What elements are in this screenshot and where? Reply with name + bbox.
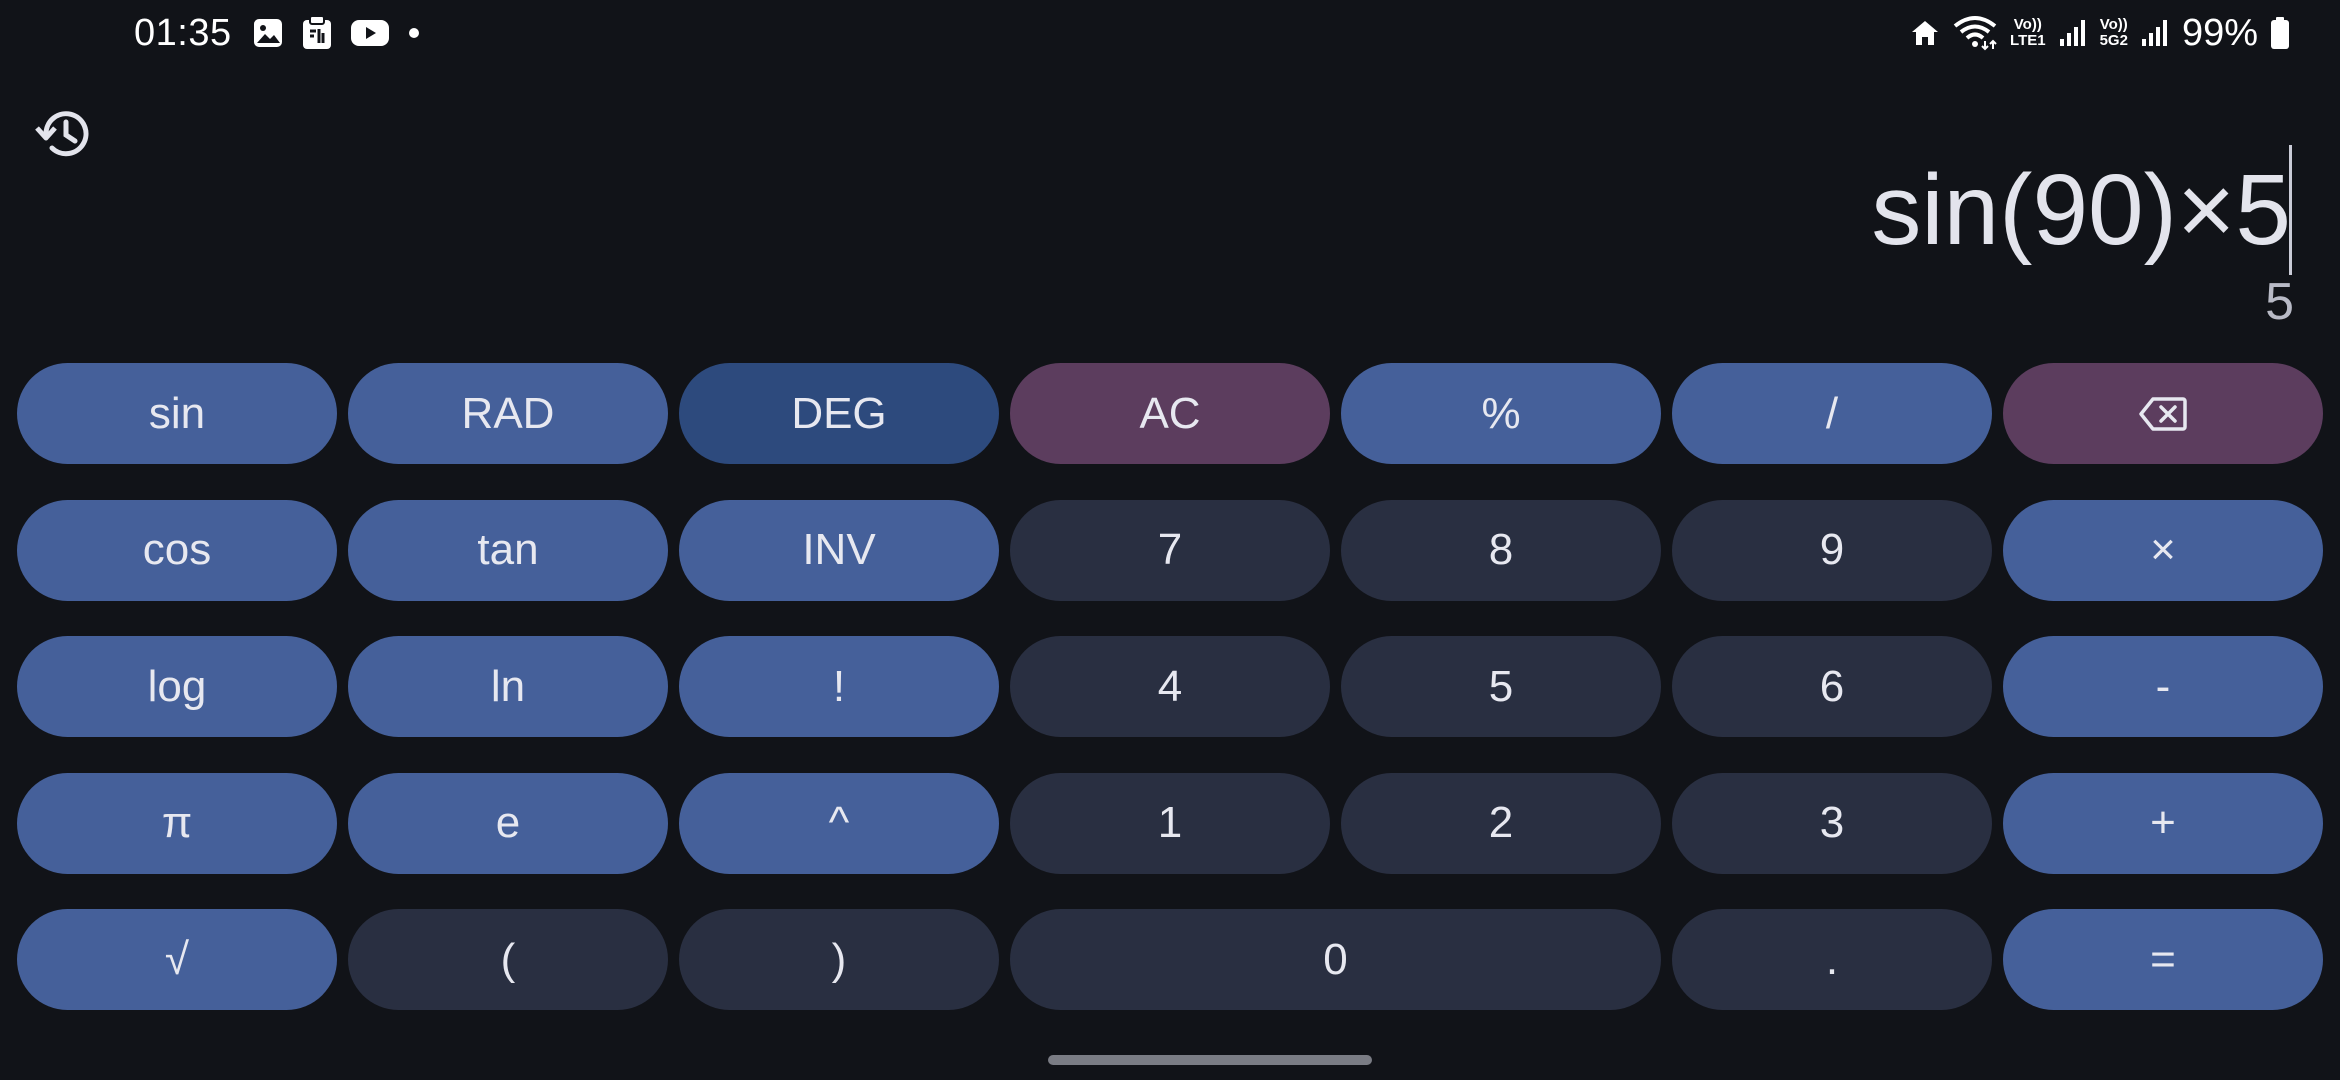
tan-button[interactable]: tan [348,499,668,601]
close-paren-button[interactable]: ) [679,909,999,1010]
history-icon [35,111,89,157]
digit-2-button[interactable]: 2 [1341,772,1661,874]
digit-3-button[interactable]: 3 [1672,772,1992,874]
rad-button[interactable]: RAD [348,363,668,464]
backspace-button[interactable] [2003,363,2323,464]
inv-button[interactable]: INV [679,499,999,601]
expression-text: sin(90)×5 [1871,154,2291,266]
digit-9-button[interactable]: 9 [1672,499,1992,601]
volte-lte1-icon: Vo)) LTE1 [2010,17,2046,49]
equals-button[interactable]: = [2003,909,2323,1010]
clipboard-icon [300,15,334,51]
digit-5-button[interactable]: 5 [1341,636,1661,737]
sqrt-button[interactable]: √ [17,909,337,1010]
volte-5g2-bottom-label: 5G2 [2099,32,2128,49]
status-bar-left: 01:35 [134,8,422,58]
volte-5g2-icon: Vo)) 5G2 [2100,17,2128,49]
gallery-icon [252,17,284,49]
digit-6-button[interactable]: 6 [1672,636,1992,737]
status-bar-right: Vo)) LTE1 Vo)) 5G2 99% [1910,8,2290,58]
wifi-icon [1952,15,1998,51]
percent-button[interactable]: % [1341,363,1661,464]
log-button[interactable]: log [17,636,337,737]
signal-icon [2058,18,2088,48]
notification-dot-icon [406,25,422,41]
ln-button[interactable]: ln [348,636,668,737]
battery-percentage: 99% [2181,11,2258,54]
expression-input[interactable]: sin(90)×5 [1871,140,2292,280]
minus-button[interactable]: - [2003,636,2323,737]
euler-e-button[interactable]: e [348,772,668,874]
digit-8-button[interactable]: 8 [1341,499,1661,601]
clock: 01:35 [134,11,232,54]
open-paren-button[interactable]: ( [348,909,668,1010]
battery-icon [2270,16,2290,50]
result-preview: 5 [2265,273,2294,331]
volte-lte1-bottom-label: LTE1 [2010,32,2046,49]
status-bar: 01:35 Vo)) LTE1 Vo)) 5G2 99% [0,0,2340,66]
backspace-icon [2139,396,2187,431]
cos-button[interactable]: cos [17,499,337,601]
volte-5g2-top-label: Vo)) [2099,16,2128,33]
factorial-button[interactable]: ! [679,636,999,737]
calculator-screen: 01:35 Vo)) LTE1 Vo)) 5G2 99% sin(90)×5 5… [0,0,2340,1080]
gesture-nav-handle[interactable] [1048,1055,1372,1065]
keypad: sin RAD DEG AC % / cos tan INV 7 8 9 × l… [17,363,2323,1011]
all-clear-button[interactable]: AC [1010,363,1330,464]
multiply-button[interactable]: × [2003,499,2323,601]
divide-button[interactable]: / [1672,363,1992,464]
digit-4-button[interactable]: 4 [1010,636,1330,737]
youtube-icon [350,18,390,48]
home-icon [1910,18,1940,48]
text-cursor [2289,145,2292,275]
digit-0-button[interactable]: 0 [1010,909,1661,1010]
decimal-point-button[interactable]: . [1672,909,1992,1010]
digit-1-button[interactable]: 1 [1010,772,1330,874]
pi-button[interactable]: π [17,772,337,874]
signal-icon [2140,18,2170,48]
history-button[interactable] [28,98,100,170]
sin-button[interactable]: sin [17,363,337,464]
deg-button[interactable]: DEG [679,363,999,464]
digit-7-button[interactable]: 7 [1010,499,1330,601]
power-button[interactable]: ^ [679,772,999,874]
volte-lte1-top-label: Vo)) [2013,16,2042,33]
plus-button[interactable]: + [2003,772,2323,874]
